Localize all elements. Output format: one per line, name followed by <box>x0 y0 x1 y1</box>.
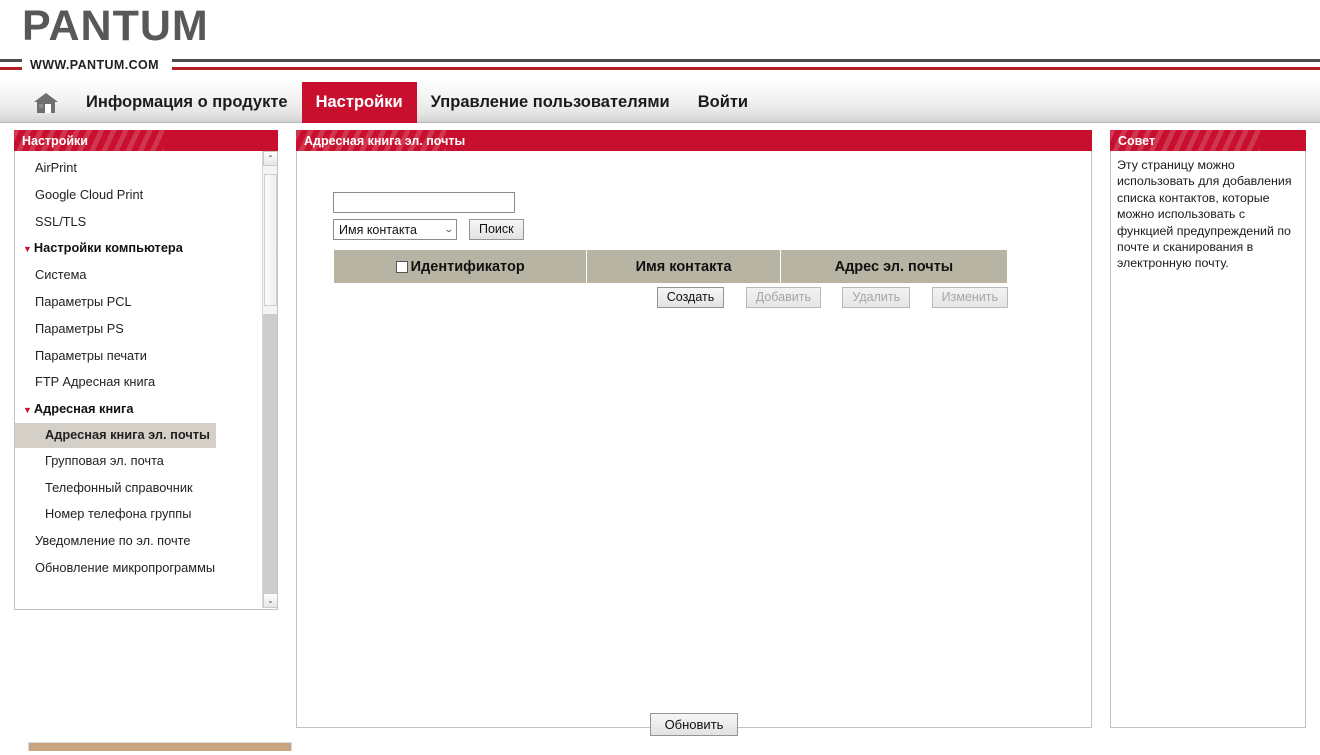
sidebar-item-airprint[interactable]: AirPrint <box>15 155 263 182</box>
rule-stub-dark <box>0 59 20 62</box>
sidebar-menu: AirPrint Google Cloud Print SSL/TLS ▼ На… <box>15 151 263 582</box>
search-input[interactable] <box>333 192 515 213</box>
sidebar-title-label: Настройки <box>22 133 88 148</box>
sidebar-item-ps-params[interactable]: Параметры PS <box>15 316 263 343</box>
triangle-down-icon: ▼ <box>23 405 32 416</box>
sidebar-item-ftp-address-book[interactable]: FTP Адресная книга <box>15 369 263 396</box>
delete-button[interactable]: Удалить <box>842 287 911 308</box>
column-header-email-address: Адрес эл. почты <box>780 250 1007 283</box>
scrollbar-thumb[interactable] <box>264 174 277 306</box>
page-title: Адресная книга эл. почты <box>304 133 466 148</box>
refresh-button-area: Обновить <box>296 713 1092 736</box>
table-header-row: Идентификатор Имя контакта Адрес эл. поч… <box>334 250 1007 283</box>
tip-panel: Совет Эту страницу можно использовать дл… <box>1110 130 1306 728</box>
sidebar-item-group-email[interactable]: Групповая эл. почта <box>15 448 263 475</box>
pantum-logo: PANTUM <box>22 2 209 50</box>
brand-rules: WWW.PANTUM.COM <box>0 57 1320 79</box>
settings-sidebar: Настройки AirPrint Google Cloud Print SS… <box>14 130 292 751</box>
triangle-down-icon: ▼ <box>23 244 32 255</box>
scroll-down-icon[interactable]: ⌄ <box>263 593 277 608</box>
sidebar-item-system[interactable]: Система <box>15 262 263 289</box>
add-button[interactable]: Добавить <box>745 287 821 308</box>
refresh-button[interactable]: Обновить <box>649 713 739 736</box>
nav-item-user-management[interactable]: Управление пользователями <box>417 82 684 123</box>
brand-header: PANTUM <box>0 0 1320 58</box>
sidebar-item-email-notification[interactable]: Уведомление по эл. почте <box>15 528 263 555</box>
search-field-select[interactable]: Имя контакта ⌄ <box>333 219 457 240</box>
nav-item-list: Информация о продукте Настройки Управлен… <box>72 82 762 123</box>
sidebar-item-phone-book[interactable]: Телефонный справочник <box>15 475 263 502</box>
rule-red <box>0 67 1320 70</box>
edit-button[interactable]: Изменить <box>931 287 1008 308</box>
column-header-contact-name: Имя контакта <box>587 250 780 283</box>
scrollbar-track[interactable] <box>263 166 277 593</box>
brand-url: WWW.PANTUM.COM <box>30 58 159 72</box>
nav-item-product-info[interactable]: Информация о продукте <box>72 82 302 123</box>
sidebar-item-ssl-tls[interactable]: SSL/TLS <box>15 209 263 236</box>
nav-item-settings[interactable]: Настройки <box>301 82 417 123</box>
search-button[interactable]: Поиск <box>469 219 524 240</box>
page-root: PANTUM WWW.PANTUM.COM Информация о проду… <box>0 0 1320 755</box>
banner-top-strip <box>28 742 292 751</box>
sidebar-item-print-params[interactable]: Параметры печати <box>15 343 263 370</box>
main-panel: Адресная книга эл. почты Имя контакта ⌄ … <box>296 130 1092 728</box>
tip-title-label: Совет <box>1118 133 1156 148</box>
sidebar-group-address-book[interactable]: ▼ Адресная книга <box>15 396 263 423</box>
sidebar-group-label: Настройки компьютера <box>33 240 183 256</box>
rule-dark <box>0 59 1320 62</box>
sidebar-body: AirPrint Google Cloud Print SSL/TLS ▼ На… <box>14 151 278 610</box>
sidebar-item-google-cloud-print[interactable]: Google Cloud Print <box>15 182 263 209</box>
sidebar-group-label: Адресная книга <box>33 401 134 417</box>
scrollbar-track-lower[interactable] <box>263 314 277 593</box>
tip-panel-title: Совет <box>1110 130 1306 151</box>
sidebar-item-email-address-book[interactable]: Адресная книга эл. почты <box>15 422 216 448</box>
home-icon[interactable] <box>32 89 60 116</box>
pantum-banner: PANTUM <box>28 742 292 755</box>
nav-item-login[interactable]: Войти <box>684 82 762 123</box>
tip-panel-body: Эту страницу можно использовать для доба… <box>1110 151 1306 728</box>
column-header-identifier: Идентификатор <box>334 250 587 283</box>
sidebar-title: Настройки <box>14 130 278 151</box>
contacts-table: Идентификатор Имя контакта Адрес эл. поч… <box>333 250 1008 283</box>
sidebar-item-firmware-update[interactable]: Обновление микропрограммы <box>15 555 263 582</box>
main-navbar: Информация о продукте Настройки Управлен… <box>0 82 1320 195</box>
sidebar-item-group-phone-number[interactable]: Номер телефона группы <box>15 501 263 528</box>
chevron-down-icon: ⌄ <box>443 224 455 234</box>
scroll-up-icon[interactable]: ⌃ <box>263 151 277 166</box>
sidebar-scrollbar[interactable]: ⌃ ⌄ <box>262 151 277 608</box>
table-action-buttons: Создать Добавить Удалить Изменить <box>333 287 1008 308</box>
main-panel-body: Имя контакта ⌄ Поиск Идентификатор Имя к… <box>296 151 1092 728</box>
search-field-select-value: Имя контакта <box>339 222 417 237</box>
rule-stub-red <box>0 67 20 70</box>
column-header-identifier-label: Идентификатор <box>410 258 525 275</box>
sidebar-group-computer-settings[interactable]: ▼ Настройки компьютера <box>15 235 263 262</box>
create-button[interactable]: Создать <box>656 287 725 308</box>
tip-text: Эту страницу можно использовать для доба… <box>1117 158 1292 271</box>
select-all-checkbox[interactable] <box>395 260 408 273</box>
sidebar-item-pcl-params[interactable]: Параметры PCL <box>15 289 263 316</box>
main-panel-title: Адресная книга эл. почты <box>296 130 1092 151</box>
